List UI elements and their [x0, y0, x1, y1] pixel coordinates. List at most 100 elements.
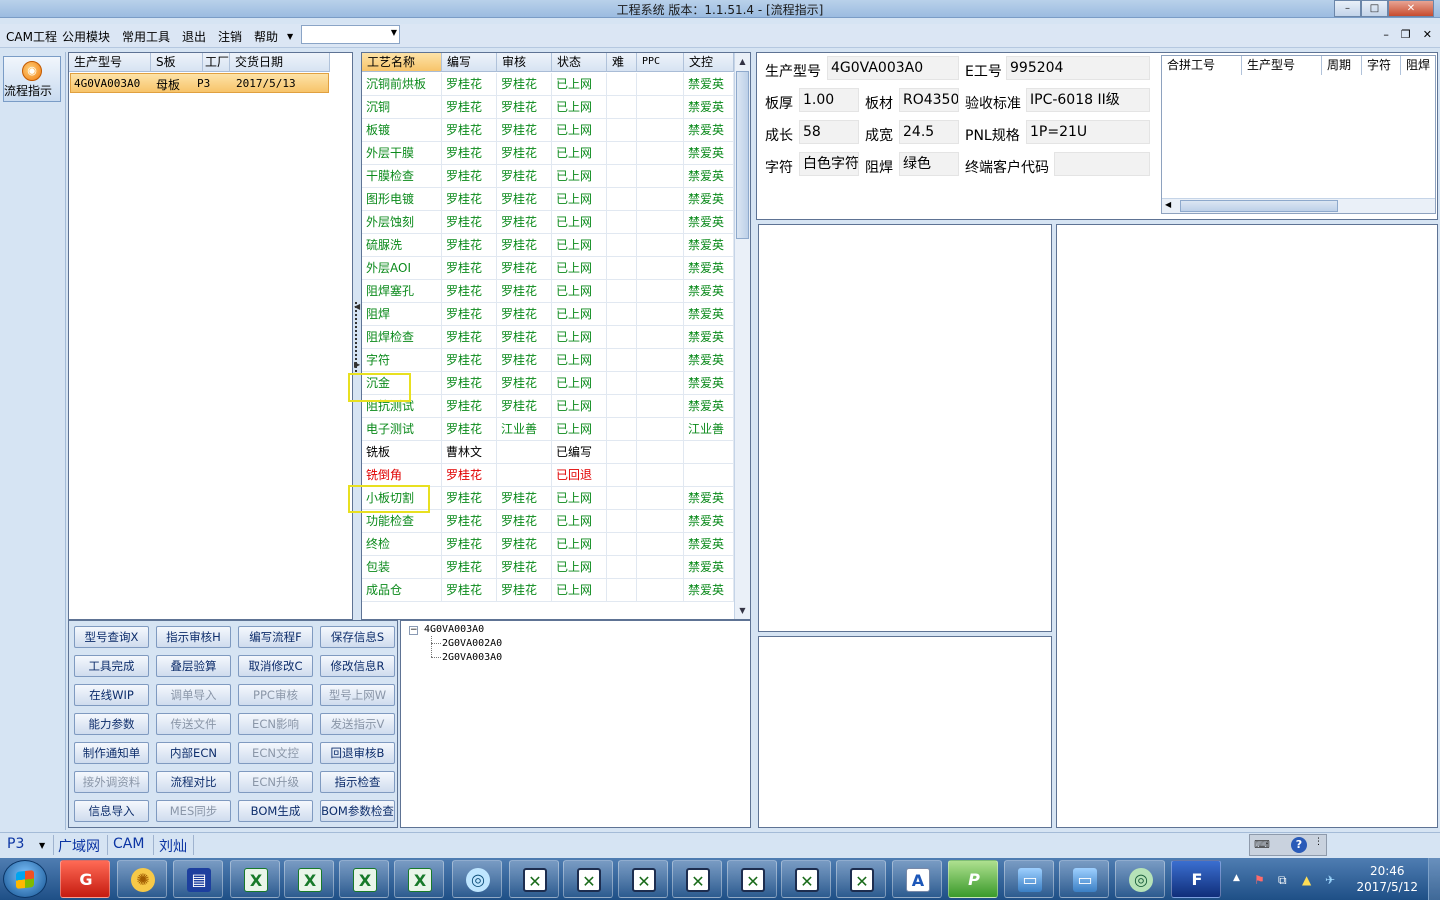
- minimize-button[interactable]: –: [1334, 0, 1361, 17]
- action-button[interactable]: BOM参数检查: [320, 800, 395, 822]
- col-header-model[interactable]: 生产型号: [1242, 56, 1322, 75]
- table-row[interactable]: 沉铜 罗桂花 罗桂花 已上网 禁爱英: [362, 96, 734, 119]
- taskbar-app[interactable]: ✺: [117, 860, 167, 898]
- char-field[interactable]: 白色字符: [799, 152, 859, 176]
- process-guide-button[interactable]: ◉ 流程指示: [3, 56, 61, 102]
- action-button[interactable]: 调单导入: [156, 684, 231, 706]
- taskbar-app[interactable]: F: [1171, 860, 1221, 898]
- table-row[interactable]: 沉铜前烘板 罗桂花 罗桂花 已上网 禁爱英: [362, 73, 734, 96]
- table-row[interactable]: 成品仓 罗桂花 罗桂花 已上网 禁爱英: [362, 579, 734, 602]
- action-button[interactable]: 保存信息S: [320, 626, 395, 648]
- taskbar-app[interactable]: ✕: [781, 860, 831, 898]
- chevron-down-icon[interactable]: ▼: [39, 841, 45, 850]
- standard-field[interactable]: IPC-6018 II级: [1026, 88, 1150, 112]
- help-icon[interactable]: ?: [1291, 837, 1307, 853]
- action-button[interactable]: 工具完成: [74, 655, 149, 677]
- taskbar-app[interactable]: X: [284, 860, 334, 898]
- taskbar-app[interactable]: X: [339, 860, 389, 898]
- table-row[interactable]: 外层干膜 罗桂花 罗桂花 已上网 禁爱英: [362, 142, 734, 165]
- action-button[interactable]: ECN文控: [238, 742, 313, 764]
- col-header-model[interactable]: 生产型号: [69, 53, 151, 72]
- tree-child-node[interactable]: 2G0VA003A0: [442, 652, 502, 663]
- table-row[interactable]: 图形电镀 罗桂花 罗桂花 已上网 禁爱英: [362, 188, 734, 211]
- scroll-left-icon[interactable]: ◀: [1165, 200, 1171, 209]
- action-button[interactable]: 接外调资料: [74, 771, 149, 793]
- scroll-thumb[interactable]: [736, 71, 749, 239]
- taskbar-app[interactable]: ✕: [509, 860, 559, 898]
- taskbar-app[interactable]: X: [394, 860, 444, 898]
- col-header-sboard[interactable]: S板: [151, 53, 203, 72]
- taskbar-app[interactable]: ▭: [1004, 860, 1054, 898]
- table-row[interactable]: 沉金 罗桂花 罗桂花 已上网 禁爱英: [362, 372, 734, 395]
- taskbar-app[interactable]: ✕: [672, 860, 722, 898]
- taskbar-app[interactable]: ▤: [173, 860, 223, 898]
- model-field[interactable]: 4G0VA003A0: [827, 56, 959, 80]
- app-tray-icon[interactable]: ✈: [1325, 873, 1335, 887]
- close-button[interactable]: ✕: [1388, 0, 1434, 17]
- col-header-writer[interactable]: 编写: [442, 53, 497, 72]
- action-button[interactable]: 回退审核B: [320, 742, 395, 764]
- col-header-char[interactable]: 字符: [1362, 56, 1401, 75]
- menu-tools[interactable]: 常用工具: [122, 28, 170, 45]
- menu-help[interactable]: 帮助: [254, 28, 278, 45]
- tree-root-node[interactable]: 4G0VA003A0: [424, 624, 484, 635]
- taskbar-app[interactable]: X: [230, 860, 280, 898]
- menu-combo[interactable]: ▼: [301, 25, 400, 44]
- action-button[interactable]: MES同步: [156, 800, 231, 822]
- tree-collapse-icon[interactable]: −: [409, 626, 418, 635]
- taskbar-app[interactable]: G: [60, 860, 110, 898]
- language-bar[interactable]: ⌨ ? ⋮: [1249, 834, 1327, 856]
- show-desktop-button[interactable]: [1428, 858, 1440, 900]
- col-header-process[interactable]: 工艺名称: [362, 53, 442, 72]
- action-button[interactable]: 流程对比: [156, 771, 231, 793]
- action-button[interactable]: 发送指示V: [320, 713, 395, 735]
- scroll-thumb[interactable]: [1180, 200, 1338, 212]
- scroll-up-icon[interactable]: ▲: [736, 54, 749, 69]
- action-button[interactable]: 信息导入: [74, 800, 149, 822]
- tray-expand-icon[interactable]: ▲: [1233, 873, 1240, 883]
- process-scrollbar[interactable]: ▲ ▼: [734, 53, 750, 619]
- splitter-right-icon[interactable]: ▶: [354, 360, 360, 369]
- start-button[interactable]: [3, 860, 47, 898]
- table-row[interactable]: 阻焊检查 罗桂花 罗桂花 已上网 禁爱英: [362, 326, 734, 349]
- tree-child-node[interactable]: 2G0VA002A0: [442, 638, 502, 649]
- table-row[interactable]: 铣倒角 罗桂花 已回退: [362, 464, 734, 487]
- taskbar-app[interactable]: ◎: [452, 860, 502, 898]
- network-icon[interactable]: ⚑: [1254, 873, 1265, 887]
- menu-common-modules[interactable]: 公用模块: [62, 28, 110, 45]
- action-button[interactable]: 传送文件: [156, 713, 231, 735]
- taskbar-app[interactable]: ✕: [563, 860, 613, 898]
- mask-field[interactable]: 绿色: [899, 152, 959, 176]
- col-header-merge-no[interactable]: 合拼工号: [1162, 56, 1242, 75]
- action-button[interactable]: 编写流程F: [238, 626, 313, 648]
- monitor-icon[interactable]: ⧉: [1278, 873, 1287, 888]
- action-button[interactable]: 指示检查: [320, 771, 395, 793]
- maximize-button[interactable]: □: [1361, 0, 1388, 17]
- col-header-delivery-date[interactable]: 交货日期: [230, 53, 330, 72]
- action-button[interactable]: 制作通知单: [74, 742, 149, 764]
- col-header-mask[interactable]: 阻焊: [1401, 56, 1435, 75]
- taskbar-app[interactable]: ▭: [1059, 860, 1109, 898]
- table-row[interactable]: 包装 罗桂花 罗桂花 已上网 禁爱英: [362, 556, 734, 579]
- scroll-down-icon[interactable]: ▼: [736, 603, 749, 618]
- pnl-field[interactable]: 1P=21U: [1026, 120, 1150, 144]
- col-header-ppc[interactable]: PPC: [637, 53, 684, 72]
- clock[interactable]: 20:46 2017/5/12: [1356, 863, 1418, 895]
- taskbar-app[interactable]: ✕: [727, 860, 777, 898]
- volume-icon[interactable]: ▲: [1302, 873, 1311, 887]
- mdi-minimize-button[interactable]: –: [1383, 28, 1389, 41]
- action-button[interactable]: 叠层验算: [156, 655, 231, 677]
- table-row[interactable]: 4G0VA003A0 母板 P3 2017/5/13: [70, 73, 329, 93]
- table-row[interactable]: 外层AOI 罗桂花 罗桂花 已上网 禁爱英: [362, 257, 734, 280]
- panel-splitter[interactable]: ◀ ▶: [353, 52, 361, 620]
- action-button[interactable]: 修改信息R: [320, 655, 395, 677]
- action-button[interactable]: 型号上网W: [320, 684, 395, 706]
- table-row[interactable]: 板镀 罗桂花 罗桂花 已上网 禁爱英: [362, 119, 734, 142]
- eno-field[interactable]: 995204: [1006, 56, 1150, 80]
- table-row[interactable]: 阻焊塞孔 罗桂花 罗桂花 已上网 禁爱英: [362, 280, 734, 303]
- options-icon[interactable]: ⋮: [1314, 837, 1323, 847]
- action-button[interactable]: 取消修改C: [238, 655, 313, 677]
- col-header-difficulty[interactable]: 难: [607, 53, 637, 72]
- action-button[interactable]: BOM生成: [238, 800, 313, 822]
- action-button[interactable]: 能力参数: [74, 713, 149, 735]
